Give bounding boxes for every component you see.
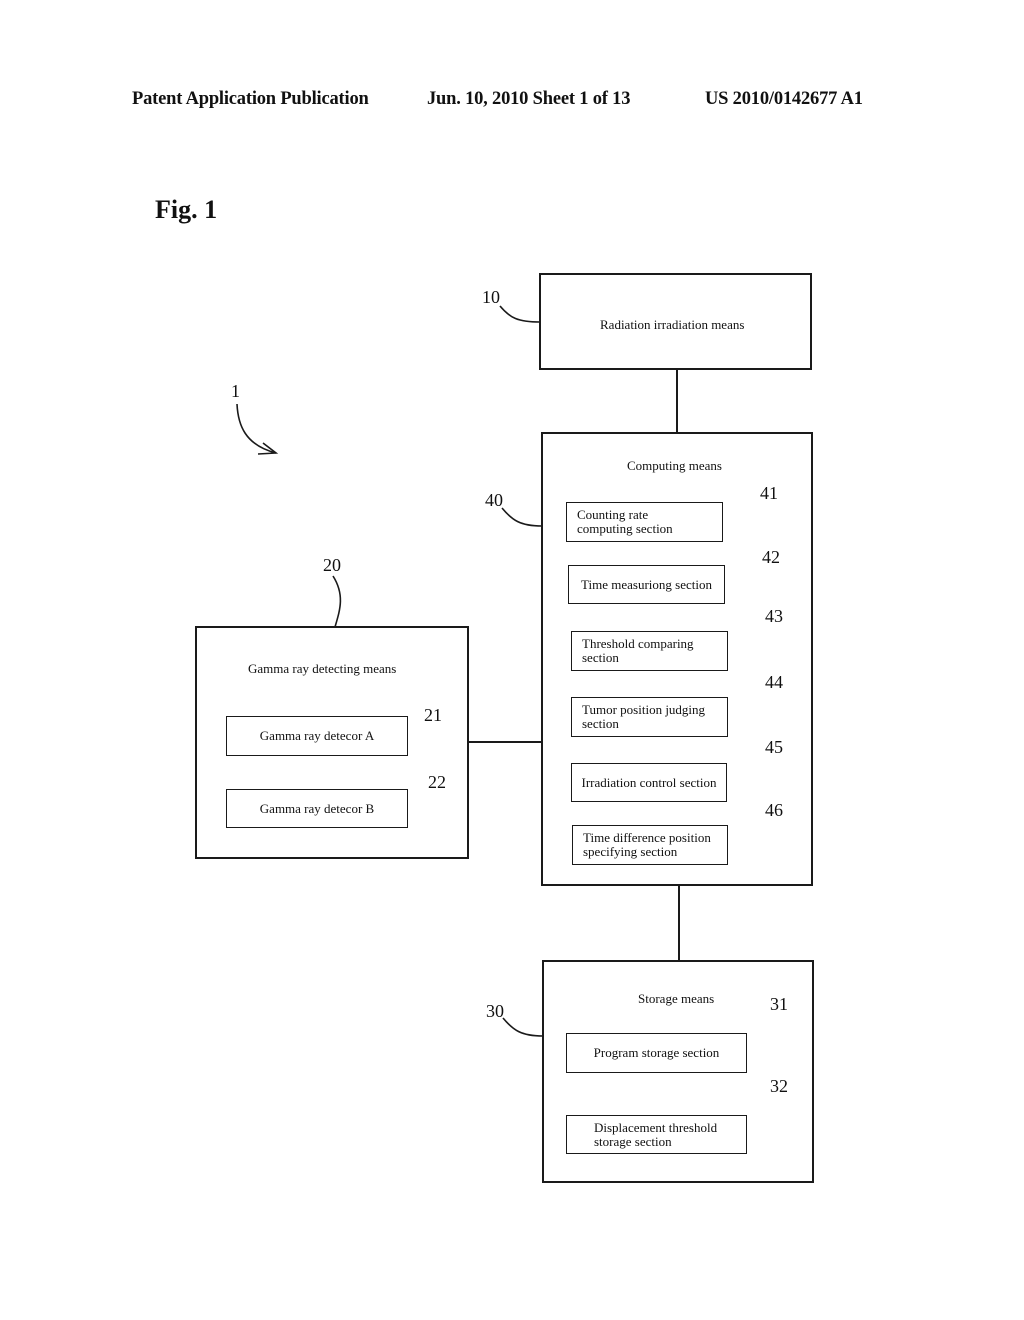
section-threshold-comparing: Threshold comparing section (571, 631, 728, 671)
ref-45: 45 (765, 737, 783, 757)
section-label: Gamma ray detecor B (259, 800, 375, 816)
connector-lines (236, 305, 767, 1134)
section-time-measuring: Time measuriong section (568, 565, 725, 604)
ref-21: 21 (424, 705, 442, 725)
section-label: Tumor position judging section (582, 702, 706, 731)
section-label: Time measuriong section (581, 576, 712, 592)
ref-10: 10 (482, 287, 500, 307)
leader-30 (502, 1017, 544, 1037)
ref-42: 42 (762, 547, 780, 567)
section-tumor-position: Tumor position judging section (571, 697, 728, 737)
leader-1-arrow (236, 403, 277, 454)
ref-41: 41 (760, 483, 778, 503)
section-label: Irradiation control section (581, 774, 717, 790)
section-label: Gamma ray detecor A (259, 728, 375, 743)
leader-20 (332, 575, 342, 628)
ref-22: 22 (428, 772, 446, 792)
section-label: Threshold comparing section (582, 636, 694, 665)
arrowhead-1 (257, 442, 279, 455)
section-displacement-threshold: Displacement threshold storage section (566, 1115, 747, 1154)
leader-40 (501, 507, 543, 527)
ref-46: 46 (765, 800, 783, 820)
section-gamma-detector-b: Gamma ray detecor B (226, 789, 408, 828)
gamma-ray-detecting-label: Gamma ray detecting means (248, 661, 397, 676)
ref-30: 30 (486, 1001, 504, 1021)
ref-system-1: 1 (231, 381, 240, 401)
section-time-difference: Time difference position specifying sect… (572, 825, 728, 865)
ref-43: 43 (765, 606, 783, 626)
section-label: Program storage section (593, 1045, 720, 1060)
section-irradiation-control: Irradiation control section (571, 763, 727, 802)
radiation-irradiation-label: Radiation irradiation means (600, 317, 745, 332)
ref-44: 44 (765, 672, 783, 692)
ref-31: 31 (770, 994, 788, 1014)
section-counting-rate: Counting rate computing section (566, 502, 723, 542)
section-label: Counting rate computing section (577, 507, 673, 536)
leader-10 (499, 305, 541, 323)
section-label: Time difference position specifying sect… (583, 830, 711, 859)
computing-label: Computing means (627, 458, 722, 473)
section-gamma-detector-a: Gamma ray detecor A (226, 716, 408, 756)
section-label: Displacement threshold storage section (594, 1119, 718, 1149)
ref-20: 20 (323, 555, 341, 575)
ref-32: 32 (770, 1076, 788, 1096)
storage-label: Storage means (638, 991, 715, 1006)
section-program-storage: Program storage section (566, 1033, 747, 1073)
ref-40: 40 (485, 490, 503, 510)
radiation-irradiation-block: Radiation irradiation means (539, 273, 812, 370)
